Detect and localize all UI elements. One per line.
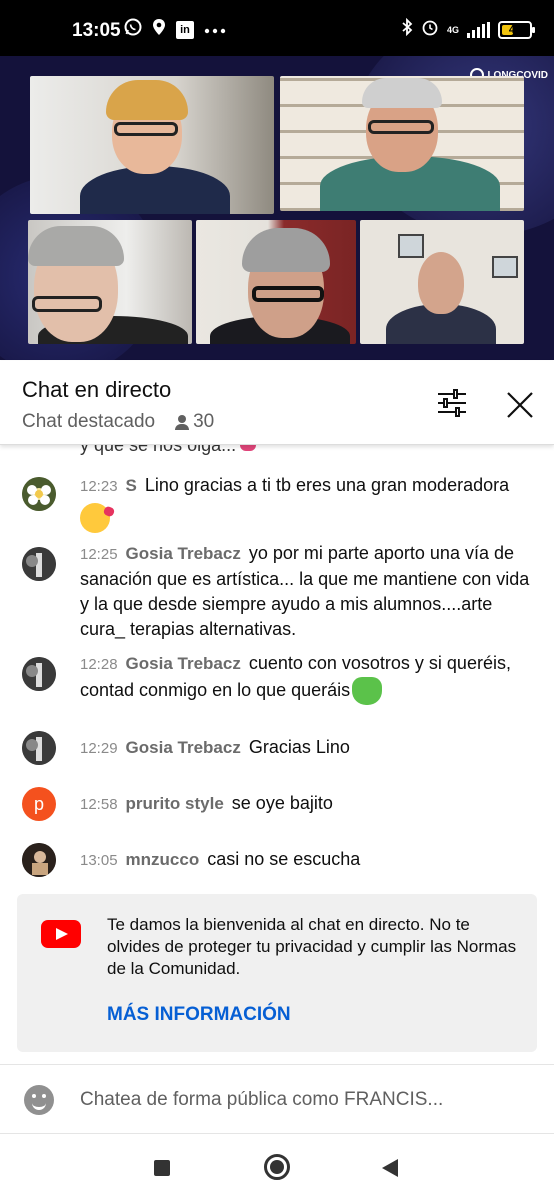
more-info-link[interactable]: MÁS INFORMACIÓN — [107, 1004, 291, 1026]
chat-message-body: 12:23 S Lino gracias a ti tb eres una gran… — [80, 473, 534, 533]
avatar[interactable] — [22, 547, 56, 581]
chat-message-body: 12:29 Gosia Trebacz Gracias Lino — [80, 735, 534, 761]
alarm-icon — [421, 18, 439, 42]
video-participant-tile — [196, 220, 356, 344]
viewer-count-value: 30 — [193, 411, 215, 432]
message-time: 12:23 — [80, 478, 118, 495]
chat-mode-label: Chat destacado — [22, 411, 156, 432]
avatar[interactable] — [22, 731, 56, 765]
kissing-face-emoji-icon — [80, 503, 110, 533]
message-time: 13:05 — [80, 852, 118, 869]
avatar[interactable] — [22, 477, 56, 511]
home-button[interactable] — [264, 1154, 290, 1180]
video-player[interactable]: LONGCOVID — [0, 56, 554, 360]
chat-message-body: 12:58 prurito style se oye bajito — [80, 791, 534, 817]
message-text: Lino gracias a ti tb eres una gran moder… — [144, 475, 510, 495]
message-time: 12:28 — [80, 656, 118, 673]
message-author[interactable]: prurito style — [126, 794, 224, 813]
welcome-card: Te damos la bienvenida al chat en direct… — [17, 894, 537, 1052]
emoji-picker-button[interactable] — [24, 1085, 54, 1115]
location-icon — [152, 18, 166, 42]
video-participant-tile — [28, 220, 192, 344]
more-icon — [204, 20, 226, 40]
clipped-message-text: y que se nos oiga... — [80, 445, 237, 455]
video-participant-tile — [30, 76, 274, 214]
video-participant-tile — [360, 220, 524, 344]
message-time: 12:58 — [80, 796, 118, 813]
person-icon — [175, 414, 190, 430]
message-author[interactable]: Gosia Trebacz — [126, 654, 241, 673]
message-author[interactable]: S — [126, 476, 137, 495]
youtube-logo-icon — [41, 920, 81, 948]
message-text: casi no se escucha — [207, 849, 361, 869]
avatar[interactable] — [22, 657, 56, 691]
linkedin-icon: in — [176, 21, 194, 39]
avatar[interactable]: p — [22, 787, 56, 821]
viewer-count: 30 — [175, 411, 214, 433]
status-bar: 13:05 in 4G 41 — [0, 0, 554, 56]
chat-message-list[interactable]: y que se nos oiga... 12:23 S Lino gracias … — [0, 445, 554, 885]
avatar[interactable] — [22, 843, 56, 877]
close-chat-button[interactable] — [504, 389, 536, 421]
chat-header: Chat en directo Chat destacado 30 — [0, 361, 554, 445]
chat-message-body: 12:28 Gosia Trebacz cuento con vosotros y … — [80, 651, 534, 705]
message-author[interactable]: Gosia Trebacz — [126, 544, 241, 563]
message-time: 12:25 — [80, 546, 118, 563]
welcome-text: Te damos la bienvenida al chat en direct… — [107, 915, 517, 978]
filter-settings-button[interactable] — [436, 389, 468, 417]
back-button[interactable] — [382, 1159, 398, 1177]
message-time: 12:29 — [80, 740, 118, 757]
network-type: 4G — [446, 24, 459, 35]
video-participant-tile — [280, 76, 524, 211]
chat-input-bar — [0, 1064, 554, 1134]
battery-icon: 41 — [498, 21, 535, 39]
chat-title: Chat en directo — [22, 377, 172, 402]
green-heart-emoji-icon — [352, 677, 383, 705]
heart-emoji-icon — [240, 445, 257, 451]
message-text: se oye bajito — [231, 793, 333, 813]
signal-icon — [467, 22, 490, 38]
close-icon — [507, 392, 533, 418]
status-time: 13:05 — [72, 20, 121, 41]
tune-icon — [438, 389, 466, 417]
battery-level: 41 — [508, 24, 522, 36]
chat-message-body: 12:25 Gosia Trebacz yo por mi parte aporto… — [80, 541, 534, 642]
bluetooth-icon — [401, 17, 413, 42]
system-icons: 4G 41 — [401, 17, 535, 42]
chat-mode-selector[interactable]: Chat destacado 30 — [22, 411, 214, 433]
whatsapp-icon — [124, 18, 142, 42]
message-author[interactable]: Gosia Trebacz — [126, 738, 241, 757]
system-nav-bar — [0, 1134, 554, 1200]
clipped-message: y que se nos oiga... — [80, 445, 257, 456]
recent-apps-button[interactable] — [154, 1160, 170, 1176]
chat-input[interactable] — [80, 1085, 530, 1115]
notification-icons: in — [124, 18, 226, 42]
message-author[interactable]: mnzucco — [126, 850, 200, 869]
chat-message-body: 13:05 mnzucco casi no se escucha — [80, 847, 534, 873]
message-text: Gracias Lino — [248, 737, 350, 757]
